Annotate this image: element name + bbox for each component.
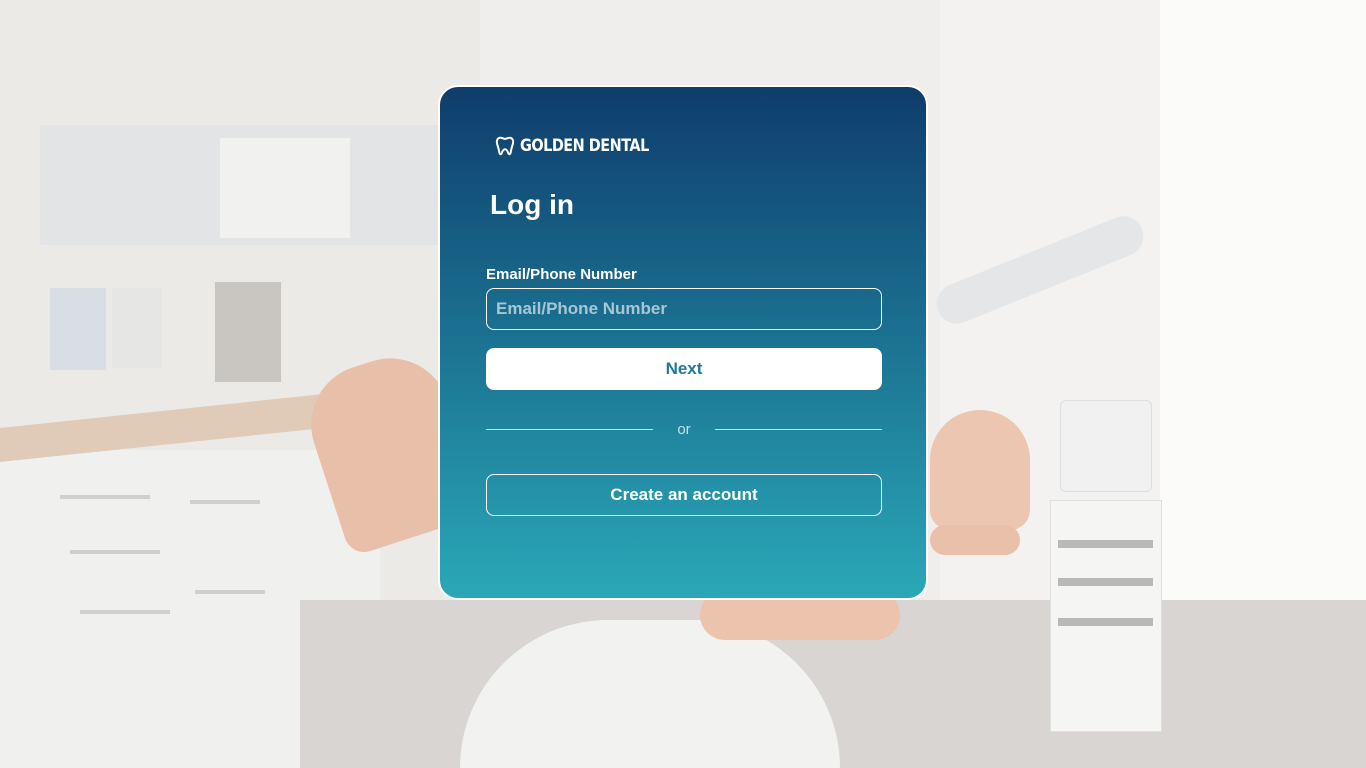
login-card: GOLDEN DENTAL Log in Email/Phone Number … (438, 85, 928, 600)
divider-or-text: or (677, 421, 691, 438)
next-button[interactable]: Next (486, 348, 882, 390)
create-account-button[interactable]: Create an account (486, 474, 882, 516)
background-poster (112, 288, 162, 368)
email-phone-input[interactable] (486, 288, 882, 330)
drawer-handle (80, 610, 170, 614)
brand-name: GOLDEN DENTAL (520, 136, 649, 156)
background-cart-drawer (1058, 540, 1153, 548)
email-phone-label: Email/Phone Number (486, 266, 637, 283)
drawer-handle (70, 550, 160, 554)
brand-logo: GOLDEN DENTAL (494, 135, 672, 157)
divider-line-left (486, 429, 653, 430)
page-title: Log in (490, 189, 574, 220)
background-cart-drawer (1058, 618, 1153, 626)
background-stool-seat (930, 525, 1020, 555)
background-cart-drawer (1058, 578, 1153, 586)
tooth-icon (495, 136, 515, 156)
drawer-handle (195, 590, 265, 594)
background-stool (930, 410, 1030, 530)
drawer-handle (190, 500, 260, 504)
background-cart (1050, 500, 1162, 732)
background-device (215, 282, 281, 382)
background-window (1160, 0, 1366, 700)
background-sterilizer (1060, 400, 1152, 492)
background-poster (50, 288, 106, 370)
login-page: GOLDEN DENTAL Log in Email/Phone Number … (0, 0, 1366, 768)
divider-line-right (715, 429, 882, 430)
drawer-handle (60, 495, 150, 499)
background-cabinet (220, 138, 350, 238)
